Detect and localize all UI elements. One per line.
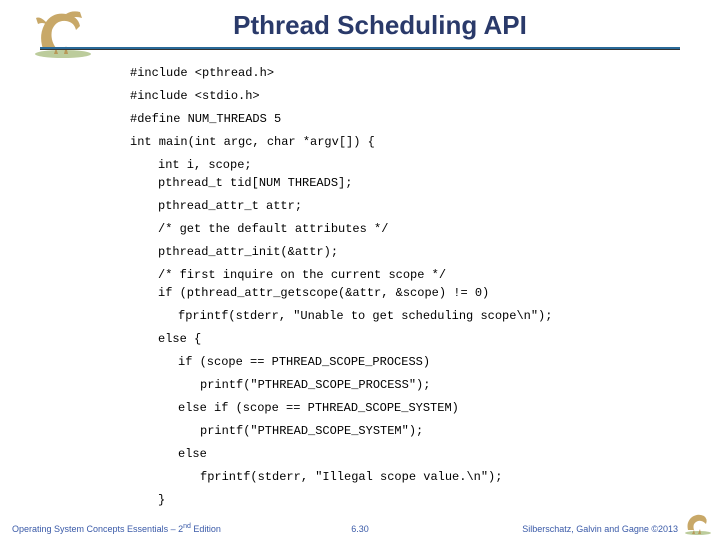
code-line: pthread_attr_t attr; [130,197,720,215]
title-area: Pthread Scheduling API [0,0,720,50]
code-line: printf("PTHREAD_SCOPE_SYSTEM"); [130,422,720,440]
code-line: int i, scope; [130,156,720,174]
code-line: else [130,445,720,463]
code-line: fprintf(stderr, "Illegal scope value.\n"… [130,468,720,486]
code-line: fprintf(stderr, "Unable to get schedulin… [130,307,720,325]
code-block: #include <pthread.h> #include <stdio.h> … [130,64,720,509]
code-line: #include <pthread.h> [130,64,720,82]
code-line: pthread_attr_init(&attr); [130,243,720,261]
footer-book-title: Operating System Concepts Essentials – 2… [12,523,221,534]
code-line: } [130,491,720,509]
code-line: /* get the default attributes */ [130,220,720,238]
footer-page-number: 6.30 [351,524,369,534]
footer-left-pre: Operating System Concepts Essentials – 2 [12,524,183,534]
footer-copyright: Silberschatz, Galvin and Gagne ©2013 [522,524,678,534]
code-line: if (scope == PTHREAD_SCOPE_PROCESS) [130,353,720,371]
code-line: else if (scope == PTHREAD_SCOPE_SYSTEM) [130,399,720,417]
code-line: if (pthread_attr_getscope(&attr, &scope)… [130,284,720,302]
code-line: pthread_t tid[NUM THREADS]; [130,174,720,192]
code-line: printf("PTHREAD_SCOPE_PROCESS"); [130,376,720,394]
code-line: #define NUM_THREADS 5 [130,110,720,128]
dinosaur-small-icon [682,510,714,536]
code-line: int main(int argc, char *argv[]) { [130,133,720,151]
code-line: #include <stdio.h> [130,87,720,105]
code-line: /* first inquire on the current scope */ [130,266,720,284]
code-line: else { [130,330,720,348]
footer-left-sup: nd [183,523,191,530]
slide-title: Pthread Scheduling API [233,10,527,41]
slide: Pthread Scheduling API #include <pthread… [0,0,720,540]
footer-left-post: Edition [191,524,221,534]
title-rule [40,47,680,50]
